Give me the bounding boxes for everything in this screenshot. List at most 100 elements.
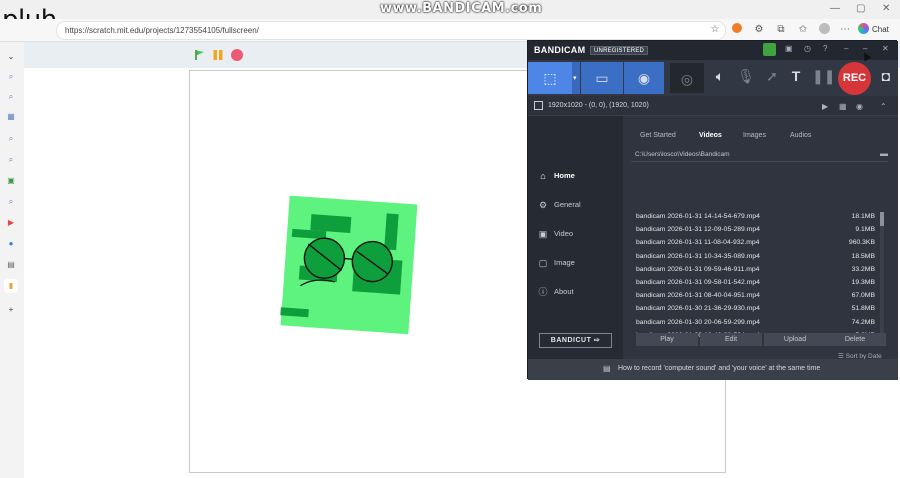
collapse-icon[interactable]: ⌃ — [880, 102, 887, 111]
youtube-icon[interactable]: ▶ — [4, 216, 18, 230]
tab-get-started[interactable]: Get Started — [640, 132, 676, 139]
chat-app-icon[interactable]: ● — [4, 237, 18, 251]
search-icon[interactable]: ⌕ — [4, 153, 18, 167]
search-icon[interactable]: ⌕ — [4, 132, 18, 146]
file-size: 19.3MB — [851, 279, 875, 286]
screen-record-mode-button[interactable]: ⬚ — [528, 62, 572, 94]
clock-icon[interactable]: ◷ — [804, 44, 811, 53]
search-icon[interactable]: ⌕ — [4, 195, 18, 209]
lock-icon[interactable] — [763, 43, 776, 56]
rec-button[interactable]: REC — [838, 62, 871, 95]
nav-about[interactable]: ⓘ About — [538, 285, 573, 299]
unregistered-badge[interactable]: UNREGISTERED — [590, 46, 649, 55]
add-icon[interactable]: + — [4, 303, 18, 317]
camera-icon[interactable]: ◘ — [876, 68, 896, 84]
split-screen-icon[interactable]: ⧉ — [774, 23, 788, 37]
url-field[interactable]: https://scratch.mit.edu/projects/1273554… — [56, 21, 726, 40]
minimize-icon[interactable]: – — [844, 44, 848, 53]
sidebar-app-icon[interactable]: ▦ — [4, 110, 18, 124]
image-icon: ▢ — [538, 258, 548, 268]
game-record-mode-button[interactable]: ◉ — [624, 62, 664, 94]
close-icon[interactable]: ✕ — [882, 44, 889, 53]
audio-settings-icon[interactable]: ◉ — [856, 102, 863, 111]
cursor-effect-icon[interactable]: ➚ — [762, 68, 782, 85]
nav-home[interactable]: ⌂ Home — [538, 169, 575, 183]
folder-path-bar[interactable]: C:\Users\losco\Videos\Bandicam ▬ — [631, 148, 888, 162]
extension-orange-icon[interactable] — [730, 23, 744, 37]
file-row[interactable]: bandicam 2026-01-31 14-14-54-679.mp4 18.1… — [631, 210, 879, 223]
tab-audios[interactable]: Audios — [790, 132, 811, 139]
tab-videos[interactable]: Videos — [699, 132, 722, 139]
video-icon: ▣ — [538, 229, 548, 239]
file-size: 33.2MB — [851, 265, 875, 273]
tab-images[interactable]: Images — [743, 132, 766, 139]
active-app-icon[interactable]: ▮ — [4, 279, 18, 293]
gamepad-icon: ◉ — [637, 70, 651, 86]
mode-dropdown-button[interactable]: ▾ — [572, 62, 580, 94]
stop-icon[interactable] — [231, 49, 243, 61]
file-row[interactable]: bandicam 2026-01-30 20-06-59-299.mp4 74.2… — [631, 316, 879, 329]
region-info-text: 1920x1020 - (0, 0), (1920, 1020) — [548, 102, 649, 109]
play-button[interactable]: Play — [636, 333, 698, 346]
profile-avatar[interactable] — [817, 23, 831, 37]
image-app-icon[interactable]: ▣ — [4, 174, 18, 188]
search-icon[interactable]: ⌕ — [4, 70, 18, 84]
nav-video-label: Video — [554, 229, 574, 238]
chat-bubble-icon: ▤ — [603, 364, 611, 373]
webcam-toggle[interactable]: ◎ — [670, 63, 704, 93]
file-size: 18.1MB — [851, 213, 875, 220]
file-row[interactable]: bandicam 2026-01-31 08-40-04-951.mp4 67.0… — [631, 289, 879, 302]
scroll-thumb[interactable] — [880, 212, 884, 226]
file-row[interactable]: bandicam 2026-01-31 09-58-01-542.mp4 19.3… — [631, 276, 879, 289]
nav-general-label: General — [554, 200, 581, 209]
speaker-icon[interactable]: 🔈︎ — [710, 68, 730, 85]
file-name: bandicam 2026-01-30 20-06-59-299.mp4 — [636, 318, 760, 326]
help-icon[interactable]: ? — [823, 44, 827, 53]
extensions-icon[interactable]: ⚙ — [752, 23, 766, 37]
file-row[interactable]: bandicam 2026-01-30 21-36-29-930.mp4 51.8… — [631, 302, 879, 315]
bandicut-button[interactable]: BANDICUT ⇨ — [539, 333, 612, 348]
search-icon[interactable]: ⌕ — [4, 90, 18, 104]
file-size: 18.5MB — [851, 252, 875, 260]
green-flag-icon[interactable] — [194, 49, 206, 61]
screenshot-settings-icon[interactable]: ▦ — [839, 102, 847, 111]
open-folder-icon[interactable]: ▬ — [880, 149, 888, 158]
file-row[interactable]: bandicam 2026-01-31 11-08-04-932.mp4 960.… — [631, 236, 879, 249]
bandicam-toolbar: ⬚ ▾ ▭ ◉ ◎ 🔈︎ 🎙︎ ➚ T ❚❚ REC ◘ — [528, 60, 898, 96]
file-name: bandicam 2026-01-31 08-40-04-951.mp4 — [636, 292, 760, 300]
file-row[interactable]: bandicam 2026-01-31 10-34-35-089.mp4 18.5… — [631, 250, 879, 263]
bandicam-titlebar: BANDICAM UNREGISTERED ▣ ◷ ? – – ✕ — [528, 41, 898, 60]
file-row[interactable]: bandicam 2026-01-31 12-09-05-289.mp4 9.1M… — [631, 223, 879, 236]
microphone-icon[interactable]: 🎙︎ — [736, 68, 756, 85]
chevron-down-icon[interactable]: ⌄ — [4, 50, 18, 64]
pause-icon[interactable]: ❚❚ — [812, 68, 835, 85]
file-row[interactable]: bandicam 2026-01-31 09-59-46-911.mp4 33.2… — [631, 263, 879, 276]
more-menu-icon[interactable]: ⋯ — [838, 23, 852, 37]
folder-icon[interactable]: ▣ — [785, 44, 793, 53]
info-icon: ⓘ — [538, 287, 548, 297]
text-overlay-icon[interactable]: T — [786, 68, 806, 84]
document-icon[interactable]: ▤ — [4, 258, 18, 272]
video-settings-icon[interactable]: ▶ — [822, 102, 828, 111]
url-text[interactable]: https://scratch.mit.edu/projects/1273554… — [65, 26, 259, 35]
favorite-star-icon[interactable]: ☆ — [708, 23, 722, 37]
minimize-icon[interactable]: — — [830, 3, 840, 14]
nav-general[interactable]: ⚙ General — [538, 198, 581, 212]
file-list-scrollbar[interactable] — [880, 212, 884, 338]
device-record-mode-button[interactable]: ▭ — [581, 62, 623, 94]
pause-icon[interactable] — [212, 49, 224, 61]
hdmi-icon: ▭ — [595, 70, 609, 86]
edit-button[interactable]: Edit — [700, 333, 762, 346]
file-name: bandicam 2026-01-31 12-09-05-289.mp4 — [636, 226, 760, 234]
copilot-icon — [858, 23, 869, 34]
file-name: bandicam 2026-01-31 10-34-35-089.mp4 — [636, 252, 760, 260]
maximize-icon[interactable]: ▢ — [856, 3, 865, 14]
nav-image[interactable]: ▢ Image — [538, 256, 575, 270]
nav-video[interactable]: ▣ Video — [538, 227, 573, 241]
chat-button[interactable]: Chat — [858, 22, 889, 38]
favorites-icon[interactable]: ✩ — [796, 23, 810, 37]
upload-button[interactable]: Upload — [764, 333, 826, 346]
tip-bar[interactable]: ▤ How to record 'computer sound' and 'yo… — [528, 359, 898, 380]
close-icon[interactable]: ✕ — [882, 3, 890, 14]
delete-button[interactable]: Delete — [824, 333, 886, 346]
